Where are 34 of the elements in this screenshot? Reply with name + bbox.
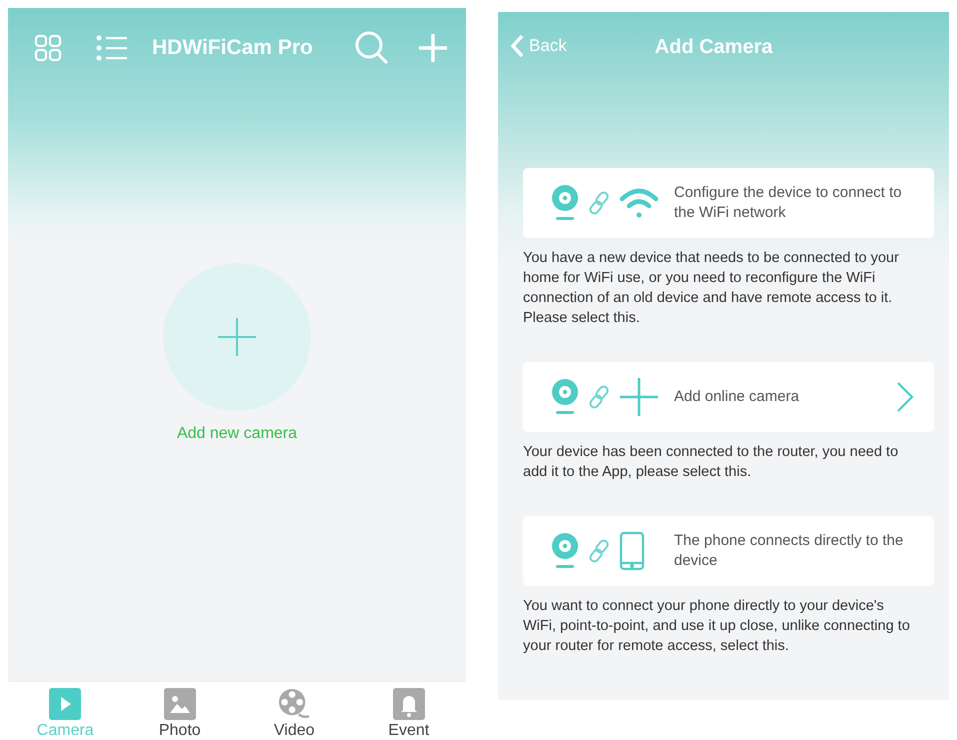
chevron-right-icon [896, 381, 914, 413]
image-icon [164, 688, 196, 720]
option-card[interactable]: Add online camera [523, 362, 934, 432]
plus-icon [217, 317, 257, 357]
grid-icon[interactable] [34, 34, 62, 62]
screen-title: Add Camera [654, 36, 773, 58]
tab[interactable]: Video [237, 682, 352, 740]
link-icon [587, 191, 611, 215]
tab[interactable]: Event [352, 682, 466, 740]
search-icon[interactable] [354, 30, 390, 66]
option-label: Configure the device to connect to the WiFi network [674, 183, 903, 223]
webcam-icon [551, 532, 579, 570]
phone-icon [619, 531, 645, 571]
film-reel-icon [277, 688, 312, 720]
app-title: HDWiFiCam Pro [152, 36, 314, 60]
wifi-icon [619, 186, 659, 220]
option-label: Add online camera [674, 387, 800, 407]
webcam-icon [551, 378, 579, 416]
option-description: You have a new device that needs to be connected to your home for WiFi use, or you need to reconfigure the WiFi connection of an old device and have remote access to it. Please select this. [523, 249, 900, 328]
add-icon[interactable] [418, 33, 448, 63]
link-icon [587, 385, 611, 409]
link-icon [587, 539, 611, 563]
webcam-icon [551, 184, 579, 222]
play-icon [49, 688, 82, 720]
option-card[interactable]: Configure the device to connect to the WiFi network [523, 168, 934, 238]
chevron-left-icon [510, 34, 524, 58]
option-label: The phone connects directly to the device [674, 531, 904, 571]
option-description: You want to connect your phone directly to your device's WiFi, point-to-point, and use it up close, unlike connecting to your router for remote access, select this. [523, 597, 911, 656]
tab[interactable]: Photo [122, 682, 237, 740]
plus-icon [619, 377, 659, 417]
option-description: Your device has been connected to the router, you need to add it to the App, please select this. [523, 443, 900, 482]
list-icon[interactable] [96, 35, 128, 61]
bell-icon [392, 688, 425, 720]
option-card[interactable]: The phone connects directly to the device [523, 516, 934, 586]
